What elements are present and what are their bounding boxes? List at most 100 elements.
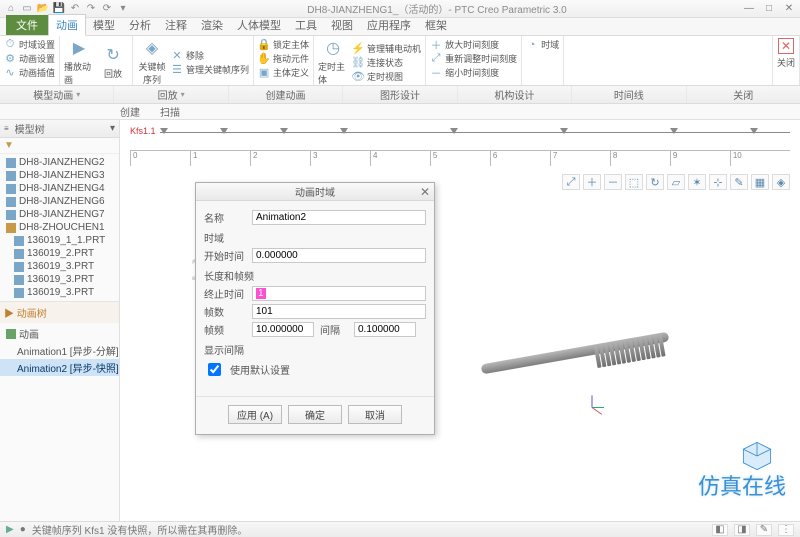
- menu-render[interactable]: 渲染: [194, 15, 230, 35]
- refresh-icon[interactable]: ⟳: [100, 2, 114, 16]
- maximize-button[interactable]: □: [762, 3, 776, 14]
- anim-root[interactable]: 动画: [0, 325, 119, 342]
- subrib-item[interactable]: 模型动画▾: [0, 86, 114, 103]
- timeline-key[interactable]: [450, 128, 458, 134]
- end-input[interactable]: 1: [252, 286, 426, 301]
- rbn-anim-settings[interactable]: ⚙动画设置: [4, 52, 55, 65]
- rate-input[interactable]: [252, 322, 314, 337]
- vt-spin[interactable]: ↻: [646, 174, 664, 190]
- menu-tools[interactable]: 工具: [288, 15, 324, 35]
- sidebar-tab[interactable]: 模型树: [15, 121, 45, 136]
- ribbon-close-icon[interactable]: ✕: [778, 38, 794, 54]
- tree-node[interactable]: DH8-JIANZHENG3: [0, 169, 119, 182]
- start-input[interactable]: [252, 248, 426, 263]
- subrib-item[interactable]: 图形设计: [343, 86, 457, 103]
- rbn-time-domain[interactable]: ◔时域: [526, 38, 559, 51]
- minimize-button[interactable]: —: [742, 3, 756, 14]
- timeline-key[interactable]: [280, 128, 288, 134]
- vt-zoom-fit[interactable]: ⤢: [562, 174, 580, 190]
- tree-node[interactable]: 136019_3.PRT: [0, 286, 119, 299]
- rbn-keyframe-big[interactable]: ◈关键帧 序列: [137, 38, 167, 86]
- rbn-body-def[interactable]: ▣主体定义: [258, 66, 309, 79]
- dialog-close-icon[interactable]: ✕: [420, 185, 430, 199]
- tree-node[interactable]: 136019_1_1.PRT: [0, 234, 119, 247]
- graphics-canvas[interactable]: 1CAE.COM Kfs1.1 0 1 2 3 4 5 6 7 8 9 10: [120, 120, 800, 521]
- interval-input[interactable]: [354, 322, 416, 337]
- rbn-zoom-in-time[interactable]: ＋放大时间刻度: [430, 38, 517, 51]
- ok-button[interactable]: 确定: [288, 405, 342, 424]
- tb2-create[interactable]: 创建: [120, 104, 140, 119]
- rbn-servo[interactable]: ⚡管理辅电动机: [352, 42, 421, 55]
- menu-frame[interactable]: 框架: [418, 15, 454, 35]
- frames-input[interactable]: [252, 304, 426, 319]
- rbn-lock-body[interactable]: 🔒锁定主体: [258, 38, 309, 51]
- tree-node-asm[interactable]: DH8-ZHOUCHEN1: [0, 221, 119, 234]
- rbn-rescale-time[interactable]: ⤢重新调整时间刻度: [430, 52, 517, 65]
- redo-icon[interactable]: ↷: [84, 2, 98, 16]
- menu-file[interactable]: 文件: [6, 15, 48, 35]
- timeline-key[interactable]: [220, 128, 228, 134]
- tree-node[interactable]: 136019_2.PRT: [0, 247, 119, 260]
- new-icon[interactable]: ▭: [20, 2, 34, 16]
- sidebar-menu-icon[interactable]: ▾: [110, 123, 115, 134]
- tree-node[interactable]: 136019_3.PRT: [0, 260, 119, 273]
- close-button[interactable]: ✕: [782, 3, 796, 14]
- dd-icon[interactable]: ▾: [116, 2, 130, 16]
- spin-cube[interactable]: [740, 439, 774, 473]
- timeline-key[interactable]: [560, 128, 568, 134]
- status-tool-4[interactable]: ⋮: [778, 524, 794, 536]
- tree-node[interactable]: DH8-JIANZHENG6: [0, 195, 119, 208]
- tree-node[interactable]: 136019_3.PRT: [0, 273, 119, 286]
- menu-animation[interactable]: 动画: [48, 14, 86, 36]
- funnel-icon[interactable]: ▼: [4, 140, 14, 151]
- rbn-manage-kf[interactable]: ☰管理关键帧序列: [171, 63, 249, 76]
- vt-style[interactable]: ▦: [751, 174, 769, 190]
- subrib-item[interactable]: 时间线: [572, 86, 686, 103]
- name-input[interactable]: [252, 210, 426, 225]
- menu-model[interactable]: 模型: [86, 15, 122, 35]
- menu-annotate[interactable]: 注释: [158, 15, 194, 35]
- timeline-key[interactable]: [340, 128, 348, 134]
- menu-view[interactable]: 视图: [324, 15, 360, 35]
- tree-node[interactable]: DH8-JIANZHENG7: [0, 208, 119, 221]
- vt-axis-icon[interactable]: ✶: [688, 174, 706, 190]
- rbn-anim-interp[interactable]: ∿动画插值: [4, 66, 55, 79]
- rbn-drag[interactable]: ✋拖动元件: [258, 52, 309, 65]
- rbn-zoom-out-time[interactable]: －缩小时间刻度: [430, 66, 517, 79]
- subrib-item[interactable]: 回放▾: [114, 86, 228, 103]
- menu-manikin[interactable]: 人体模型: [230, 15, 288, 35]
- rbn-remove[interactable]: ✕移除: [171, 49, 249, 62]
- apply-button[interactable]: 应用 (A): [228, 405, 282, 424]
- status-tool-1[interactable]: ◧: [712, 524, 728, 536]
- rbn-time-settings[interactable]: ⏱时域设置: [4, 38, 55, 51]
- rbn-replay[interactable]: ↻回放: [98, 38, 128, 86]
- vt-plane[interactable]: ▱: [667, 174, 685, 190]
- menu-analysis[interactable]: 分析: [122, 15, 158, 35]
- rbn-timed-body[interactable]: ◷定时主体: [318, 38, 348, 86]
- rbn-playback-big[interactable]: ▶播放动画: [64, 38, 94, 86]
- vt-csys[interactable]: ⊹: [709, 174, 727, 190]
- collapse-icon[interactable]: ≡: [4, 124, 9, 133]
- vt-zoom-in[interactable]: ＋: [583, 174, 601, 190]
- timeline-key[interactable]: [160, 128, 168, 134]
- rbn-conn[interactable]: ⛓连接状态: [352, 56, 421, 69]
- timeline-key[interactable]: [670, 128, 678, 134]
- vt-zoom-out[interactable]: －: [604, 174, 622, 190]
- timeline-key[interactable]: [750, 128, 758, 134]
- subrib-item[interactable]: 机构设计: [458, 86, 572, 103]
- status-tool-2[interactable]: ◨: [734, 524, 750, 536]
- filter-input[interactable]: [18, 140, 120, 152]
- use-default-checkbox[interactable]: [208, 363, 221, 376]
- anim-item-selected[interactable]: Animation2 [异步-快照]: [0, 359, 119, 376]
- vt-refit[interactable]: ⬚: [625, 174, 643, 190]
- anim-item[interactable]: Animation1 [异步-分解]: [0, 342, 119, 359]
- menu-apps[interactable]: 应用程序: [360, 15, 418, 35]
- subrib-item[interactable]: 创建动画: [229, 86, 343, 103]
- status-tool-3[interactable]: ✎: [756, 524, 772, 536]
- tree-node[interactable]: DH8-JIANZHENG4: [0, 182, 119, 195]
- tb2-sweep[interactable]: 扫描: [160, 104, 180, 119]
- vt-anno[interactable]: ✎: [730, 174, 748, 190]
- home-icon[interactable]: ⌂: [4, 2, 18, 16]
- subrib-item[interactable]: 关闭: [687, 86, 800, 103]
- cancel-button[interactable]: 取消: [348, 405, 402, 424]
